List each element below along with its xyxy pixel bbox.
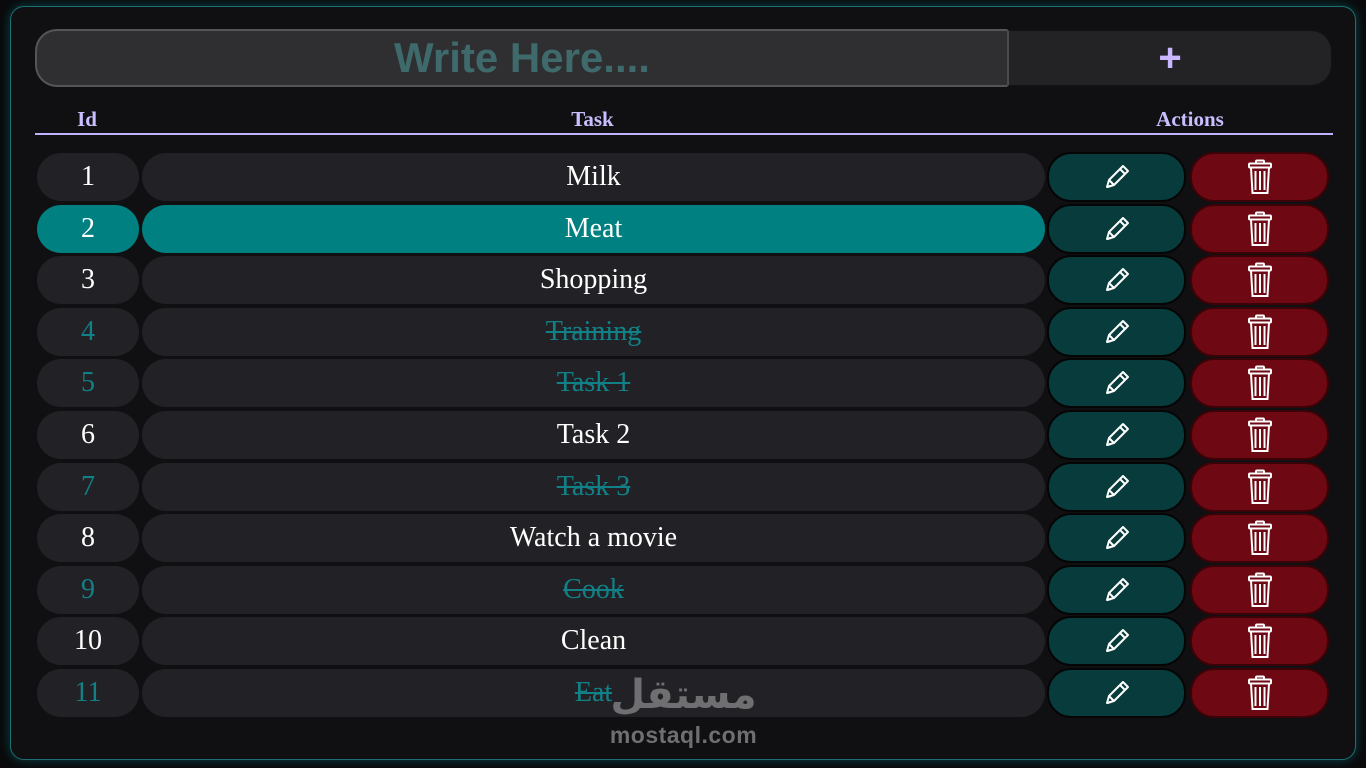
delete-button[interactable] bbox=[1190, 203, 1329, 254]
header-task: Task bbox=[571, 107, 614, 131]
task-text: Task 3 bbox=[556, 470, 631, 502]
task-row[interactable]: 9 Cook bbox=[37, 564, 1333, 616]
delete-button[interactable] bbox=[1190, 513, 1329, 564]
task-text: Clean bbox=[560, 625, 627, 657]
task-text: Watch a movie bbox=[509, 522, 678, 554]
pencil-icon bbox=[1101, 471, 1133, 503]
edit-button[interactable] bbox=[1047, 564, 1186, 615]
task-id: 6 bbox=[37, 410, 139, 459]
task-cell[interactable]: Milk bbox=[142, 153, 1045, 201]
edit-button[interactable] bbox=[1047, 152, 1186, 202]
trash-icon bbox=[1247, 211, 1273, 247]
pencil-icon bbox=[1101, 367, 1133, 399]
app-frame: + Id Task Actions 1 Milk 2 Meat 3 Shopping 4 Tr… bbox=[10, 6, 1356, 760]
trash-icon bbox=[1247, 262, 1273, 298]
watermark: مستقل mostaql.com bbox=[596, 668, 771, 756]
pencil-icon bbox=[1101, 522, 1133, 554]
delete-button[interactable] bbox=[1190, 667, 1329, 718]
pencil-icon bbox=[1101, 161, 1133, 193]
task-list: 1 Milk 2 Meat 3 Shopping 4 Training 5 Task 1 6 Task… bbox=[37, 151, 1333, 719]
task-cell[interactable]: Cook bbox=[142, 565, 1045, 614]
delete-button[interactable] bbox=[1190, 358, 1329, 409]
task-row[interactable]: 8 Watch a movie bbox=[37, 512, 1333, 564]
edit-button[interactable] bbox=[1047, 461, 1186, 512]
task-row[interactable]: 7 Task 3 bbox=[37, 461, 1333, 513]
watermark-logo: مستقل bbox=[610, 672, 757, 718]
trash-icon bbox=[1247, 675, 1273, 711]
task-id: 1 bbox=[37, 153, 139, 201]
task-cell[interactable]: Shopping bbox=[142, 256, 1045, 305]
edit-button[interactable] bbox=[1047, 203, 1186, 254]
task-id: 8 bbox=[37, 514, 139, 563]
table-header: Id Task Actions bbox=[35, 107, 1333, 135]
edit-button[interactable] bbox=[1047, 358, 1186, 409]
trash-icon bbox=[1247, 623, 1273, 659]
task-text: Task 2 bbox=[556, 418, 631, 450]
task-text: Task 1 bbox=[556, 367, 631, 399]
task-cell[interactable]: Task 1 bbox=[142, 359, 1045, 408]
pencil-icon bbox=[1101, 213, 1133, 245]
task-text: Milk bbox=[566, 161, 621, 192]
task-cell[interactable]: Eat bbox=[142, 668, 1045, 717]
task-row[interactable]: 6 Task 2 bbox=[37, 409, 1333, 461]
pencil-icon bbox=[1101, 419, 1133, 451]
trash-icon bbox=[1247, 159, 1273, 195]
input-bar: + bbox=[35, 29, 1333, 87]
edit-button[interactable] bbox=[1047, 513, 1186, 564]
delete-button[interactable] bbox=[1190, 409, 1329, 460]
task-cell[interactable]: Task 3 bbox=[142, 462, 1045, 511]
delete-button[interactable] bbox=[1190, 564, 1329, 615]
trash-icon bbox=[1247, 520, 1273, 556]
task-row[interactable]: 3 Shopping bbox=[37, 254, 1333, 306]
trash-icon bbox=[1247, 469, 1273, 505]
trash-icon bbox=[1247, 314, 1273, 350]
task-id: 4 bbox=[37, 307, 139, 356]
trash-icon bbox=[1247, 417, 1273, 453]
task-id: 3 bbox=[37, 256, 139, 305]
pencil-icon bbox=[1101, 574, 1133, 606]
pencil-icon bbox=[1101, 264, 1133, 296]
trash-icon bbox=[1247, 572, 1273, 608]
header-id: Id bbox=[77, 107, 97, 131]
task-id: 9 bbox=[37, 565, 139, 614]
delete-button[interactable] bbox=[1190, 306, 1329, 357]
task-text: Cook bbox=[563, 573, 624, 605]
pencil-icon bbox=[1101, 625, 1133, 657]
delete-button[interactable] bbox=[1190, 616, 1329, 667]
edit-button[interactable] bbox=[1047, 255, 1186, 306]
task-cell[interactable]: Watch a movie bbox=[142, 514, 1045, 563]
task-cell[interactable]: Meat bbox=[142, 204, 1045, 253]
task-id: 7 bbox=[37, 462, 139, 511]
delete-button[interactable] bbox=[1190, 152, 1329, 202]
trash-icon bbox=[1247, 365, 1273, 401]
task-cell[interactable]: Training bbox=[142, 307, 1045, 356]
delete-button[interactable] bbox=[1190, 461, 1329, 512]
edit-button[interactable] bbox=[1047, 667, 1186, 718]
task-text: Meat bbox=[564, 212, 623, 244]
task-input[interactable] bbox=[35, 29, 1007, 87]
task-text: Training bbox=[545, 315, 642, 347]
header-actions: Actions bbox=[1156, 107, 1224, 131]
task-text: Shopping bbox=[539, 264, 648, 296]
task-cell[interactable]: Task 2 bbox=[142, 410, 1045, 459]
task-row[interactable]: 4 Training bbox=[37, 306, 1333, 358]
task-id: 10 bbox=[37, 617, 139, 666]
pencil-icon bbox=[1101, 677, 1133, 709]
task-row[interactable]: 5 Task 1 bbox=[37, 357, 1333, 409]
pencil-icon bbox=[1101, 316, 1133, 348]
edit-button[interactable] bbox=[1047, 616, 1186, 667]
task-id: 11 bbox=[37, 668, 139, 717]
task-id: 2 bbox=[37, 204, 139, 253]
task-cell[interactable]: Clean bbox=[142, 617, 1045, 666]
delete-button[interactable] bbox=[1190, 255, 1329, 306]
add-task-button[interactable]: + bbox=[1007, 29, 1333, 87]
task-row[interactable]: 1 Milk bbox=[37, 151, 1333, 203]
task-id: 5 bbox=[37, 359, 139, 408]
watermark-url: mostaql.com bbox=[609, 722, 758, 748]
task-row[interactable]: 10 Clean bbox=[37, 615, 1333, 667]
edit-button[interactable] bbox=[1047, 306, 1186, 357]
edit-button[interactable] bbox=[1047, 409, 1186, 460]
task-row[interactable]: 2 Meat bbox=[37, 203, 1333, 255]
